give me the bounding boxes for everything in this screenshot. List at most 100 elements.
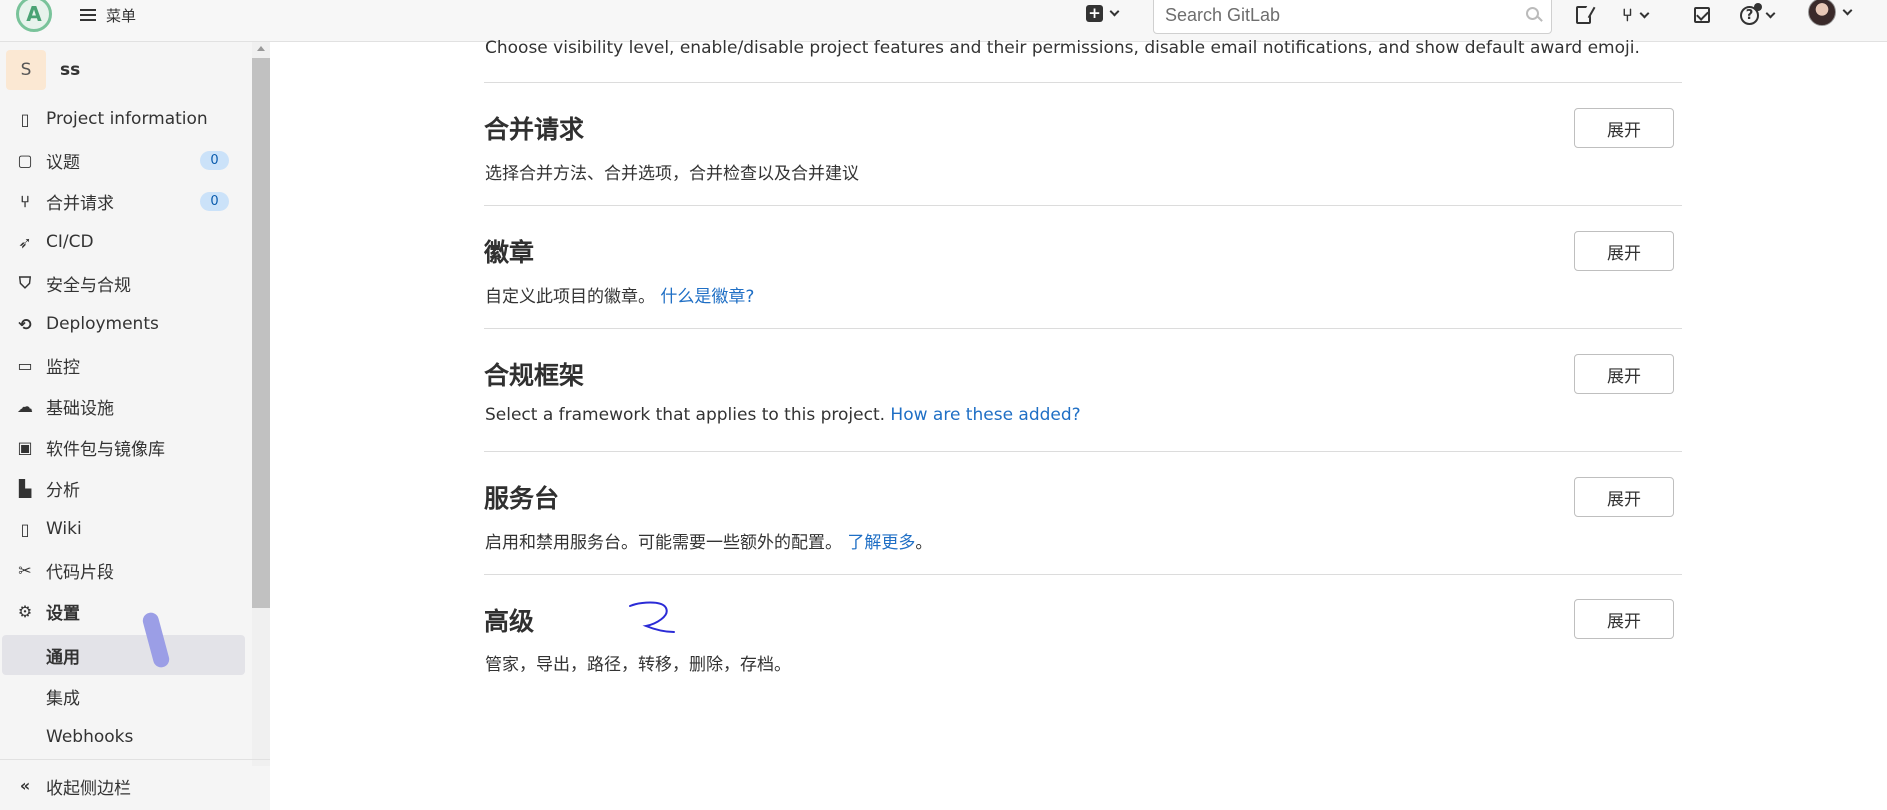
sidebar-item-merge-requests[interactable]: ⑂ 合并请求 0	[0, 181, 250, 221]
sidebar-subitem-general[interactable]: 通用	[2, 635, 245, 675]
rocket-icon: ➶	[18, 232, 32, 252]
section-description: 选择合并方法、合并选项，合并检查以及合并建议	[485, 159, 859, 184]
section-description: Select a framework that applies to this …	[485, 405, 1081, 425]
collapse-sidebar-label: 收起侧边栏	[46, 779, 131, 799]
help-link[interactable]: 了解更多	[847, 533, 915, 553]
description-text: 自定义此项目的徽章。	[485, 287, 655, 307]
gitlab-logo[interactable]	[16, 0, 52, 32]
search-input[interactable]	[1154, 0, 1494, 33]
expand-button[interactable]: 展开	[1574, 108, 1674, 148]
description-suffix: 。	[915, 533, 933, 553]
sidebar-item-deployments[interactable]: ⟲ Deployments	[0, 304, 250, 344]
sidebar-item-wiki[interactable]: ▯ Wiki	[0, 509, 250, 549]
sidebar-item-label: 合并请求	[46, 193, 114, 214]
sidebar-item-project-information[interactable]: ▯ Project information	[0, 99, 250, 139]
user-menu[interactable]	[1808, 0, 1853, 26]
sidebar-item-label: 设置	[46, 603, 80, 624]
plus-square-icon: +	[1086, 5, 1103, 22]
sidebar-subitem-webhooks[interactable]: Webhooks	[2, 717, 245, 757]
search-box[interactable]	[1153, 0, 1552, 34]
sidebar-item-infrastructure[interactable]: ☁ 基础设施	[0, 386, 250, 426]
sidebar-item-label: Wiki	[46, 519, 82, 539]
sidebar: S ss ▯ Project information ▢ 议题 0 ⑂ 合并请求…	[0, 42, 270, 810]
expand-button[interactable]: 展开	[1574, 354, 1674, 394]
menu-button[interactable]: 菜单	[80, 2, 136, 28]
menu-label: 菜单	[106, 6, 137, 25]
snippet-icon: ✂	[18, 560, 32, 580]
double-chevron-left-icon: «	[19, 775, 31, 795]
expand-button[interactable]: 展开	[1574, 599, 1674, 639]
sidebar-item-packages[interactable]: ▣ 软件包与镜像库	[0, 427, 250, 467]
collapse-sidebar-button[interactable]: « 收起侧边栏	[0, 759, 270, 810]
section-description: 自定义此项目的徽章。 什么是徽章?	[485, 282, 754, 307]
sidebar-subitem-integrations[interactable]: 集成	[2, 676, 245, 716]
issues-icon	[1576, 6, 1591, 24]
settings-icon: ⚙	[17, 601, 33, 621]
count-badge: 0	[200, 150, 229, 170]
help-link[interactable]: 什么是徽章?	[660, 287, 754, 307]
project-info-icon: ▯	[20, 109, 30, 129]
sidebar-item-label: 软件包与镜像库	[46, 439, 165, 460]
sidebar-subitem-label: Webhooks	[46, 727, 134, 747]
section-title-compliance: 合规框架	[484, 361, 585, 390]
pen-annotation	[629, 601, 675, 633]
expand-button[interactable]: 展开	[1574, 477, 1674, 517]
section-description: 管家，导出，路径，转移，删除，存档。	[485, 650, 791, 675]
sidebar-item-issues[interactable]: ▢ 议题 0	[0, 140, 250, 180]
deployments-icon: ⟲	[18, 314, 32, 334]
help-link[interactable]: How are these added?	[890, 405, 1080, 425]
description-text: 管家，导出，路径，转移，删除，存档。	[485, 655, 791, 675]
sidebar-item-settings[interactable]: ⚙ 设置	[0, 591, 250, 631]
chevron-down-icon	[1639, 8, 1650, 18]
sidebar-item-label: 安全与合规	[46, 275, 131, 296]
issues-icon: ▢	[17, 150, 33, 170]
sidebar-scrollbar[interactable]	[252, 42, 270, 766]
sidebar-item-label: Project information	[46, 109, 208, 129]
description-text: 选择合并方法、合并选项，合并检查以及合并建议	[485, 164, 859, 184]
sidebar-item-label: 代码片段	[46, 562, 114, 583]
sidebar-item-label: 基础设施	[46, 398, 114, 419]
top-navbar: 菜单 + ⑂ ?	[0, 0, 1887, 42]
scroll-up-icon[interactable]	[257, 46, 265, 51]
scrollbar-thumb[interactable]	[252, 58, 270, 608]
sidebar-item-snippets[interactable]: ✂ 代码片段	[0, 550, 250, 590]
divider	[484, 82, 1682, 83]
chevron-down-icon	[1842, 5, 1853, 15]
sidebar-item-monitor[interactable]: ▭ 监控	[0, 345, 250, 385]
help-dropdown[interactable]: ?	[1740, 2, 1776, 27]
sidebar-item-analytics[interactable]: ▙ 分析	[0, 468, 250, 508]
sidebar-subitem-label: 通用	[46, 647, 80, 668]
divider	[484, 205, 1682, 206]
sidebar-item-label: 分析	[46, 480, 80, 501]
merge-request-icon: ⑂	[20, 191, 30, 211]
book-icon: ▯	[20, 519, 30, 539]
chart-icon: ▙	[18, 478, 32, 498]
expand-button[interactable]: 展开	[1574, 231, 1674, 271]
help-icon: ?	[1740, 2, 1762, 25]
section-title-badges: 徽章	[484, 238, 535, 267]
monitor-icon: ▭	[17, 355, 33, 375]
project-avatar: S	[6, 50, 46, 90]
shield-icon: ⛉	[18, 273, 31, 292]
visibility-section-description: Choose visibility level, enable/disable …	[485, 38, 1640, 58]
hamburger-icon	[80, 9, 96, 21]
divider	[484, 574, 1682, 575]
notification-dot	[1754, 2, 1762, 11]
merge-requests-dropdown[interactable]: ⑂	[1622, 3, 1650, 27]
user-avatar	[1808, 0, 1836, 26]
search-icon	[1526, 7, 1539, 20]
package-icon: ▣	[17, 437, 33, 457]
new-item-dropdown[interactable]: +	[1086, 5, 1120, 22]
section-title-merge-requests: 合并请求	[484, 115, 585, 144]
sidebar-item-cicd[interactable]: ➶ CI/CD	[0, 222, 250, 262]
chevron-down-icon	[1109, 6, 1120, 17]
sidebar-item-security[interactable]: ⛉ 安全与合规	[0, 263, 250, 303]
sidebar-subitem-label: 集成	[46, 688, 80, 709]
issues-shortcut[interactable]	[1576, 3, 1591, 27]
project-header[interactable]: S ss	[6, 50, 80, 90]
description-text: Select a framework that applies to this …	[485, 405, 891, 425]
todos-shortcut[interactable]	[1694, 3, 1710, 27]
count-badge: 0	[200, 191, 229, 211]
merge-request-icon: ⑂	[1622, 4, 1633, 26]
divider	[484, 328, 1682, 329]
